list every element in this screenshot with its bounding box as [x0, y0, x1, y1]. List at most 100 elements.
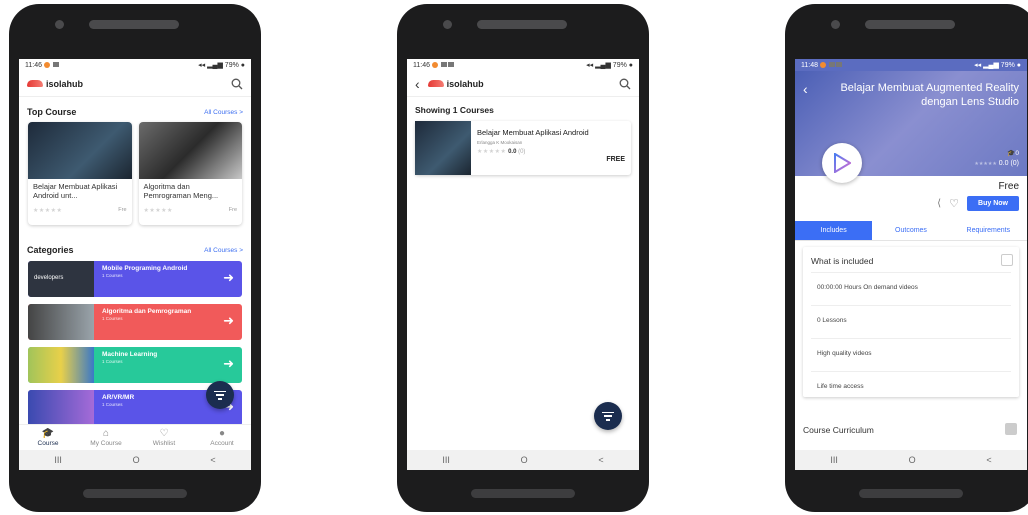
category-mobile-android[interactable]: developers Mobile Programing Android 1 Co… — [28, 261, 242, 297]
phone-detail: 11:48 ◂◂ ▂▄▆ 79% ● ‹ Belajar Membuat Aug… — [785, 4, 1028, 512]
categories-heading: Categories — [27, 245, 74, 255]
graduation-cap-icon: 🎓 — [41, 428, 55, 439]
curriculum-heading: Course Curriculum — [803, 425, 874, 435]
student-count-value: 0 — [1015, 150, 1019, 157]
phone-chin — [859, 489, 963, 498]
status-bar: 11:46 ◂◂ ▂▄▆ 79% ● — [25, 61, 245, 70]
home-screen: 11:46 ◂◂ ▂▄▆ 79% ● isolahub Top Course A… — [19, 59, 251, 470]
course-author: Erlangga K Mookaisan — [477, 140, 523, 145]
heart-icon: ♡ — [159, 428, 169, 439]
student-count: 🎓0 — [1007, 149, 1019, 157]
app-name: isolahub — [46, 78, 84, 89]
back-arrow-icon[interactable]: ‹ — [415, 77, 420, 91]
include-item: High quality videos — [811, 338, 1011, 371]
category-thumbnail — [28, 390, 94, 426]
app-bar: ‹ isolahub — [407, 71, 639, 97]
curriculum-section[interactable]: Course Curriculum — [803, 423, 1019, 435]
nav-label: Course — [37, 440, 59, 447]
back-button[interactable]: < — [986, 455, 991, 465]
gift-icon — [1001, 254, 1013, 266]
battery-level: 79% — [224, 62, 239, 69]
speaker — [865, 20, 955, 29]
play-preview-button[interactable] — [822, 143, 862, 183]
category-thumbnail: developers — [28, 261, 94, 297]
app-logo: isolahub — [427, 78, 484, 89]
recent-apps-button[interactable]: III — [54, 455, 62, 465]
share-icon[interactable]: ⟨ — [937, 198, 941, 209]
status-time: 11:46 — [413, 61, 430, 69]
play-icon — [834, 153, 851, 173]
course-thumbnail — [28, 122, 132, 179]
category-thumbnail — [28, 347, 94, 383]
search-icon[interactable] — [619, 78, 631, 90]
arrow-right-icon: ➜ — [223, 313, 234, 328]
nav-account[interactable]: ● Account — [193, 425, 251, 450]
category-algoritma[interactable]: Algoritma dan Pemrograman 1 Courses ➜ — [28, 304, 242, 340]
include-item: 0 Lessons — [811, 305, 1011, 338]
filter-button[interactable] — [594, 402, 622, 430]
home-button[interactable]: O — [133, 455, 140, 465]
battery-level: 79% — [612, 62, 627, 69]
nav-wishlist[interactable]: ♡ Wishlist — [135, 425, 193, 450]
category-thumb-text: developers — [34, 275, 64, 281]
bottom-nav: 🎓 Course ⌂ My Course ♡ Wishlist ● Account — [19, 424, 251, 450]
phone-chin — [83, 489, 187, 498]
status-time: 11:46 — [25, 61, 42, 69]
rating-stars: ★★★★★ — [143, 208, 173, 214]
phone-home: 11:46 ◂◂ ▂▄▆ 79% ● isolahub Top Course A… — [9, 4, 261, 512]
home-button[interactable]: O — [909, 455, 916, 465]
phone-search: 11:46 ◂◂ ▂▄▆ 79% ● ‹ isolahub Showing 1 … — [397, 4, 649, 512]
detail-screen: 11:48 ◂◂ ▂▄▆ 79% ● ‹ Belajar Membuat Aug… — [795, 59, 1027, 470]
tab-requirements[interactable]: Requirements — [950, 221, 1027, 240]
course-price: Free — [998, 181, 1019, 192]
course-title: Belajar Membuat Aplikasi Android — [477, 128, 589, 137]
app-logo: isolahub — [27, 79, 83, 89]
buy-now-button[interactable]: Buy Now — [967, 196, 1019, 211]
category-name: Algoritma dan Pemrograman — [102, 308, 192, 315]
includes-heading: What is included — [811, 256, 874, 266]
back-button[interactable]: < — [598, 455, 603, 465]
course-card[interactable]: Algoritma dan Pemrograman Meng... ★★★★★ F… — [138, 122, 242, 225]
home-button[interactable]: O — [521, 455, 528, 465]
course-card[interactable]: Belajar Membuat Aplikasi Android unt... … — [28, 122, 132, 225]
nav-my-course[interactable]: ⌂ My Course — [77, 425, 135, 450]
category-machine-learning[interactable]: Machine Learning 1 Courses ➜ — [28, 347, 242, 383]
heart-icon[interactable]: ♡ — [949, 197, 959, 210]
rating-value: 0.0 — [508, 149, 517, 155]
course-rating: ★★★★★ 0.0 (0) — [477, 148, 625, 155]
status-bar: 11:48 ◂◂ ▂▄▆ 79% ● — [795, 59, 1027, 71]
back-arrow-icon[interactable]: ‹ — [803, 81, 808, 97]
tab-includes[interactable]: Includes — [795, 221, 873, 240]
recent-apps-button[interactable]: III — [442, 455, 450, 465]
rating-stars: ★★★★★ — [974, 161, 997, 167]
basket-icon: ⌂ — [102, 428, 110, 439]
tab-outcomes[interactable]: Outcomes — [872, 221, 949, 240]
detail-tabs: Includes Outcomes Requirements — [795, 221, 1027, 241]
filter-button[interactable] — [206, 381, 234, 409]
arrow-right-icon: ➜ — [223, 270, 234, 285]
nav-course[interactable]: 🎓 Course — [19, 425, 77, 450]
category-name: Mobile Programing Android — [102, 265, 188, 272]
nav-label: Account — [210, 440, 234, 447]
camera — [55, 20, 64, 29]
camera — [831, 20, 840, 29]
course-thumbnail — [415, 121, 471, 175]
back-button[interactable]: < — [210, 455, 215, 465]
recent-apps-button[interactable]: III — [830, 455, 838, 465]
arrow-right-icon: ➜ — [223, 356, 234, 371]
nav-label: My Course — [90, 440, 122, 447]
speaker — [89, 20, 179, 29]
curriculum-icon — [1005, 423, 1017, 435]
category-count: 1 Courses — [102, 273, 123, 278]
course-rating: ★★★★★ 0.0 (0) — [974, 160, 1019, 167]
course-title: Algoritma dan Pemrograman Meng... — [143, 182, 219, 200]
status-bar: 11:46 ◂◂ ▂▄▆ 79% ● — [413, 61, 633, 70]
all-categories-link[interactable]: All Courses > — [204, 247, 243, 254]
course-result[interactable]: Belajar Membuat Aplikasi Android Erlangg… — [415, 121, 631, 175]
app-name: isolahub — [446, 78, 484, 89]
filter-icon — [214, 390, 226, 400]
all-courses-link[interactable]: All Courses > — [204, 109, 243, 116]
search-icon[interactable] — [231, 78, 243, 90]
category-thumbnail — [28, 304, 94, 340]
system-nav-bar: III O < — [19, 450, 251, 470]
